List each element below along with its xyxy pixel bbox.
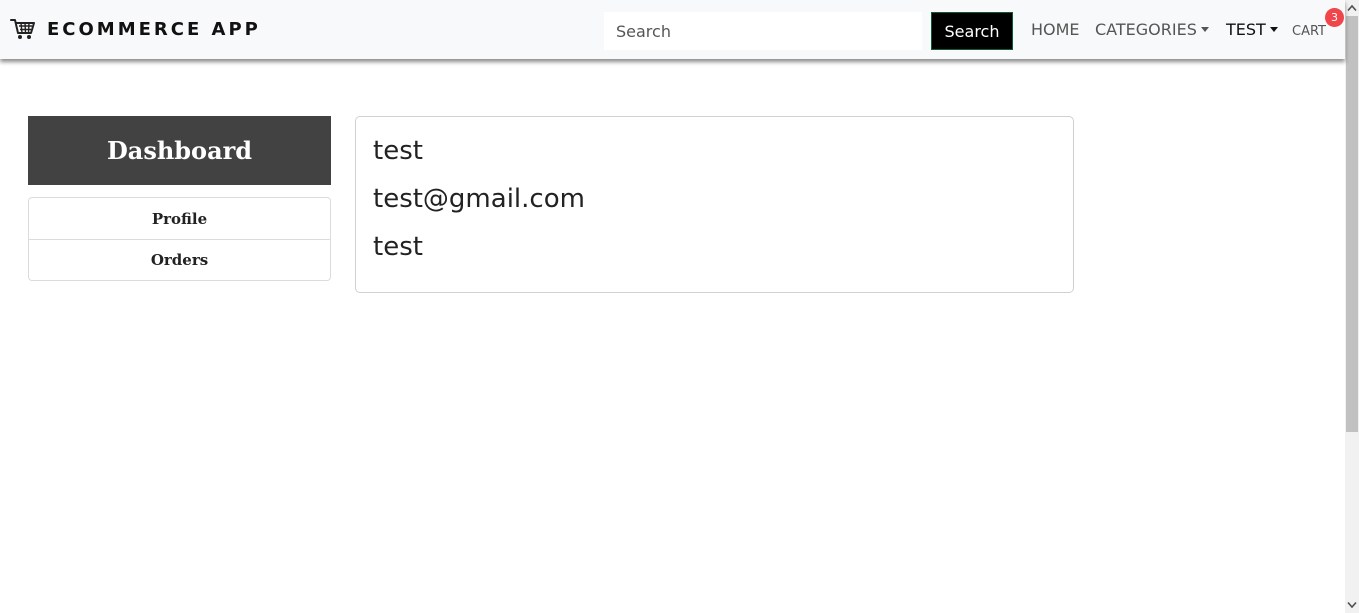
- user-address: test: [373, 232, 423, 262]
- nav-categories-dropdown[interactable]: CATEGORIES: [1095, 18, 1209, 40]
- search-input[interactable]: [604, 12, 922, 50]
- nav-categories-label: CATEGORIES: [1095, 19, 1197, 39]
- dashboard-title: Dashboard: [28, 116, 331, 185]
- caret-down-icon: [1200, 26, 1209, 32]
- sidebar-item-profile[interactable]: Profile: [29, 198, 330, 239]
- nav-home-link[interactable]: HOME: [1031, 18, 1080, 40]
- nav-home-label: HOME: [1031, 19, 1080, 39]
- cart-count-badge: 3: [1325, 8, 1344, 27]
- nav-user-dropdown[interactable]: TEST: [1226, 18, 1278, 40]
- nav-cart-label: CART: [1292, 23, 1326, 39]
- dashboard-menu: Profile Orders: [28, 197, 331, 281]
- top-navbar: ECOMMERCE APP Search HOME CATEGORIES TES…: [0, 0, 1345, 59]
- nav-user-label: TEST: [1226, 19, 1266, 39]
- shopping-cart-icon: [10, 19, 35, 39]
- user-email: test@gmail.com: [373, 184, 585, 214]
- scroll-thumb[interactable]: [1346, 16, 1358, 432]
- user-name: test: [373, 136, 423, 166]
- scroll-down-arrow-icon[interactable]: [1347, 601, 1357, 609]
- page-scrollbar[interactable]: [1345, 0, 1359, 613]
- brand-name: ECOMMERCE APP: [47, 18, 261, 40]
- sidebar-item-orders[interactable]: Orders: [29, 239, 330, 280]
- nav-cart-link[interactable]: CART: [1292, 20, 1326, 42]
- caret-down-icon: [1269, 26, 1278, 32]
- search-button[interactable]: Search: [931, 12, 1013, 50]
- scroll-up-arrow-icon[interactable]: [1347, 4, 1357, 12]
- user-info-card: test test@gmail.com test: [355, 116, 1074, 293]
- brand-link[interactable]: ECOMMERCE APP: [10, 16, 261, 42]
